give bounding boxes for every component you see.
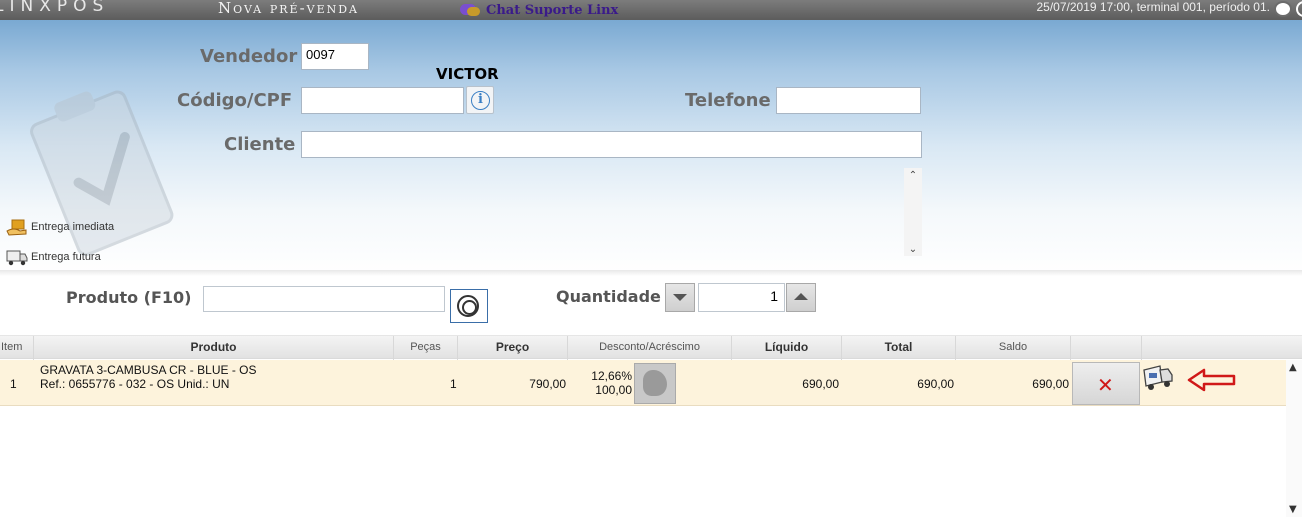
row-item: 1 <box>10 377 17 391</box>
column-preco: Preço <box>458 336 568 360</box>
quantity-decrease-button[interactable] <box>665 283 695 312</box>
column-item: Item <box>0 336 34 360</box>
power-icon[interactable] <box>1296 1 1302 17</box>
row-liquido: 690,00 <box>802 377 839 391</box>
column-total: Total <box>842 336 956 360</box>
delivery-truck-icon <box>6 250 28 266</box>
row-desconto-pct: 12,66% <box>591 369 632 383</box>
codigo-cpf-label: Código/CPF <box>177 90 293 111</box>
items-scrollbar[interactable]: ▲ ▼ <box>1286 360 1302 517</box>
hand-package-icon <box>6 219 27 236</box>
vendedor-code-field[interactable]: 0097 <box>301 43 369 70</box>
quantity-increase-button[interactable] <box>786 283 816 312</box>
chat-bubble-icon <box>460 3 480 17</box>
arrow-left-icon <box>1187 368 1236 392</box>
row-produto-ref: Ref.: 0655776 - 032 - OS Unid.: UN <box>40 377 230 391</box>
info-button[interactable]: i <box>466 86 494 114</box>
row-pecas: 1 <box>450 377 457 391</box>
quantidade-label: Quantidade <box>556 287 661 306</box>
scroll-up-icon[interactable]: ▲ <box>1289 362 1297 373</box>
telefone-field[interactable] <box>776 87 921 114</box>
chat-window-icon[interactable] <box>1274 1 1292 17</box>
entrega-imediata-label: Entrega imediata <box>31 221 115 233</box>
arrow-down-icon <box>673 294 687 301</box>
close-icon: ✕ <box>1097 373 1114 397</box>
scroll-down-icon[interactable]: ⌄ <box>904 244 922 255</box>
delivery-truck-icon[interactable] <box>1142 364 1174 392</box>
column-actions <box>1071 336 1142 360</box>
row-total: 690,00 <box>917 377 954 391</box>
entrega-futura-option[interactable]: Entrega futura <box>6 248 101 266</box>
search-icon <box>457 295 479 317</box>
column-saldo: Saldo <box>956 336 1071 360</box>
column-liquido: Líquido <box>732 336 842 360</box>
delete-item-button[interactable]: ✕ <box>1072 362 1140 405</box>
telefone-label: Telefone <box>685 90 771 111</box>
codigo-cpf-field[interactable] <box>301 87 464 114</box>
header-divider <box>0 270 1302 276</box>
info-icon: i <box>471 91 490 110</box>
quantity-field[interactable]: 1 <box>698 283 785 312</box>
cliente-label: Cliente <box>224 134 296 155</box>
session-status: 25/07/2019 17:00, terminal 001, período … <box>1036 0 1270 14</box>
column-desconto: Desconto/Acréscimo <box>568 336 732 360</box>
arrow-up-icon <box>794 293 808 300</box>
vendedor-label: Vendedor <box>200 46 298 67</box>
column-produto: Produto <box>34 336 394 360</box>
scroll-up-icon[interactable]: ⌃ <box>904 170 922 181</box>
row-preco: 790,00 <box>529 377 566 391</box>
column-pecas: Peças <box>394 336 458 360</box>
vendedor-name: VICTOR <box>436 65 499 83</box>
customer-header: Vendedor 0097 VICTOR Código/CPF i Telefo… <box>0 20 1302 274</box>
scroll-down-icon[interactable]: ▼ <box>1289 504 1297 515</box>
produto-field[interactable] <box>203 286 445 312</box>
table-row[interactable]: 1 GRAVATA 3-CAMBUSA CR - BLUE - OS Ref.:… <box>0 360 1286 406</box>
entrega-imediata-option[interactable]: Entrega imediata <box>6 218 114 236</box>
chat-support-link[interactable]: Chat Suporte Linx <box>460 0 618 20</box>
row-desconto-val: 100,00 <box>595 383 632 397</box>
discount-button[interactable] <box>634 363 676 404</box>
search-button[interactable] <box>450 289 488 323</box>
items-table-header: Item Produto Peças Preço Desconto/Acrésc… <box>0 335 1302 360</box>
entrega-futura-label: Entrega futura <box>31 251 101 263</box>
row-produto-name: GRAVATA 3-CAMBUSA CR - BLUE - OS <box>40 363 257 377</box>
customer-scrollbar[interactable]: ⌃ ⌄ <box>904 168 922 256</box>
row-saldo: 690,00 <box>1032 377 1069 391</box>
cliente-field[interactable] <box>301 131 922 158</box>
app-logo: LINXPOS <box>0 0 110 16</box>
produto-label: Produto (F10) <box>66 288 192 307</box>
top-bar: LINXPOS Nova pré-venda Chat Suporte Linx… <box>0 0 1302 20</box>
screen-title: Nova pré-venda <box>218 0 360 17</box>
chat-support-label: Chat Suporte Linx <box>486 2 619 18</box>
